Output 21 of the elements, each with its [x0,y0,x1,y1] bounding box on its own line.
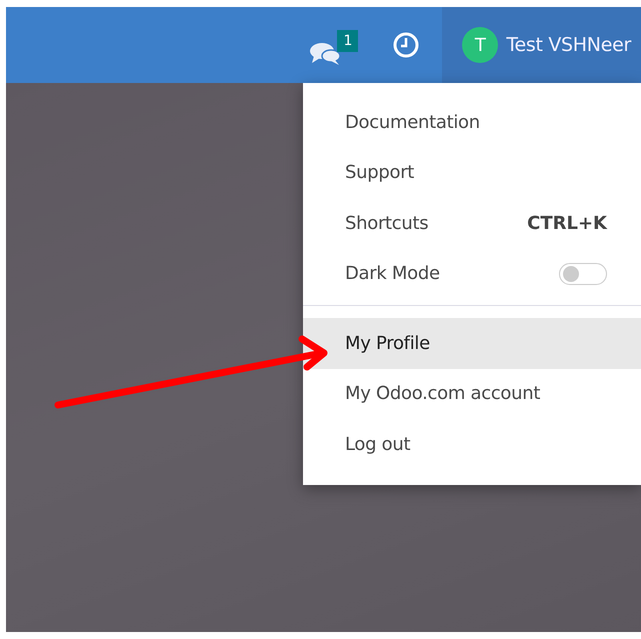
menu-item-label: Support [345,162,414,184]
shortcut-key: CTRL+K [527,212,607,234]
menu-item[interactable]: Documentation [303,97,641,148]
menu-item[interactable]: My Profile [303,318,641,368]
menu-item[interactable]: Support [303,148,641,198]
menu-item-label: Log out [345,434,410,455]
user-avatar: T [462,27,498,63]
menu-item-label: My Profile [345,332,430,354]
menu-item[interactable]: Log out [303,419,641,470]
clock-icon[interactable] [392,31,420,59]
menu-item-label: Shortcuts [345,212,428,234]
menu-item[interactable]: Shortcuts CTRL+K [303,198,641,248]
toggle-switch[interactable] [559,262,607,285]
user-menu-button[interactable]: T Test VSHNeer [442,7,641,83]
menu-item[interactable]: Dark Mode [303,248,641,299]
menu-item-label: Documentation [345,112,480,133]
message-count-badge: 1 [337,30,358,52]
menu-item-label: My Odoo.com account [345,383,540,404]
menu-item-label: Dark Mode [345,263,440,284]
menu-item[interactable]: My Odoo.com account [303,368,641,419]
messages-button[interactable]: 1 [309,24,358,66]
